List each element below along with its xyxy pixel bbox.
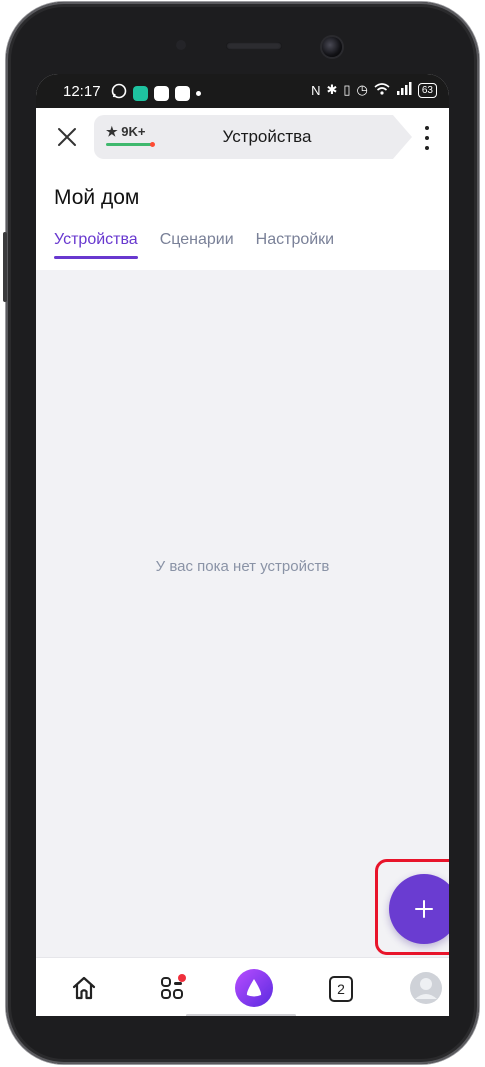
page-header: Мой дом Устройства Сценарии Настройки: [36, 168, 449, 270]
nav-profile[interactable]: [408, 970, 444, 1006]
status-bar: 12:17 N ✱ ▯ ◷ 63: [36, 74, 449, 108]
tab-settings[interactable]: Настройки: [256, 231, 334, 259]
page-title: Мой дом: [54, 186, 140, 209]
close-button[interactable]: [50, 120, 84, 154]
bluetooth-icon: ✱: [326, 82, 338, 97]
profile-avatar: [410, 972, 442, 1004]
phone-frame: 12:17 N ✱ ▯ ◷ 63 ★ 9K+ Устройства Мой до…: [3, 2, 479, 1064]
signal-icon: [396, 82, 412, 98]
volume-button: [3, 232, 7, 302]
nav-home[interactable]: [66, 970, 102, 1006]
dot: [425, 146, 429, 150]
whatsapp-icon: [111, 83, 127, 103]
market-notification-icon: [175, 85, 190, 101]
toolbar-title: Устройства: [222, 127, 312, 146]
nav-services[interactable]: [154, 970, 190, 1006]
home-indicator: [186, 1014, 296, 1016]
browser-toolbar: ★ 9K+ Устройства: [36, 108, 449, 168]
home-icon: [72, 976, 96, 1000]
tab-devices[interactable]: Устройства: [54, 231, 138, 259]
front-camera: [322, 37, 342, 57]
alarm-icon: ◷: [356, 82, 368, 97]
screen: 12:17 N ✱ ▯ ◷ 63 ★ 9K+ Устройства Мой до…: [36, 74, 449, 1016]
sensor-dot: [176, 40, 186, 50]
gallery-notification-icon: [154, 85, 169, 101]
empty-state-message: У вас пока нет устройств: [155, 558, 330, 575]
wifi-icon: [374, 82, 390, 98]
tabs-count: 2: [329, 976, 353, 1002]
nav-tabs[interactable]: 2: [323, 970, 359, 1006]
nav-alice[interactable]: [232, 966, 276, 1010]
dot: [425, 136, 429, 140]
vibrate-icon: ▯: [343, 82, 351, 97]
status-time: 12:17: [63, 83, 101, 100]
close-icon: [58, 128, 76, 146]
app-notification-icon: [133, 85, 148, 101]
notification-icons: [111, 83, 201, 103]
battery-icon: 63: [417, 82, 437, 98]
services-icon: [161, 974, 186, 999]
tab-scenarios[interactable]: Сценарии: [160, 231, 234, 259]
earpiece-speaker: [226, 42, 282, 50]
dot: [425, 126, 429, 130]
system-icons: N ✱ ▯ ◷ 63: [311, 82, 437, 98]
nfc-icon: N: [311, 82, 321, 98]
more-options-button[interactable]: [415, 122, 439, 154]
tab-bar: Устройства Сценарии Настройки: [54, 231, 334, 259]
alice-icon: [235, 969, 273, 1007]
bottom-navigation: 2: [36, 957, 449, 1016]
page-title-pill[interactable]: ★ 9K+ Устройства: [94, 115, 412, 159]
more-notifications-dot: [196, 90, 201, 96]
